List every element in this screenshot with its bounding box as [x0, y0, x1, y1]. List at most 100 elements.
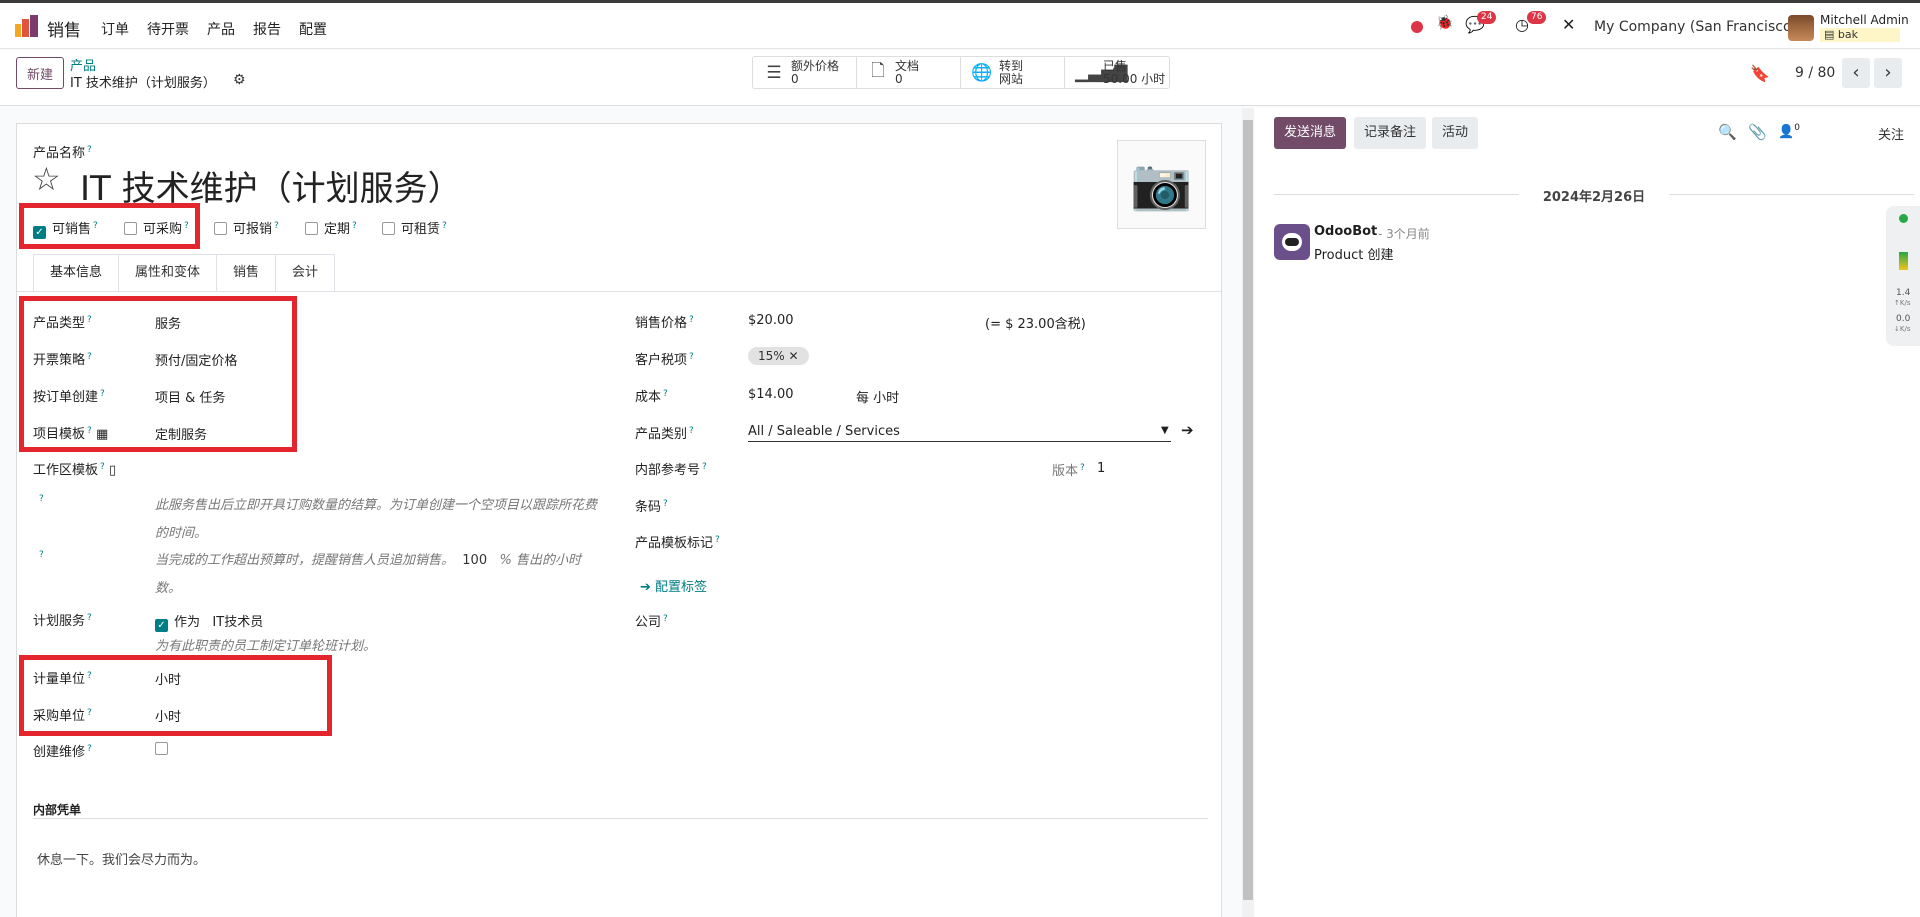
product-name-label: 产品名称? — [33, 144, 92, 161]
internal-notes-label: 内部凭单 — [33, 803, 82, 817]
pager-value[interactable]: 9 / 80 — [1795, 65, 1835, 81]
record-dot-icon[interactable] — [1411, 15, 1423, 33]
camera-plus-icon: 📷 — [1130, 155, 1193, 213]
internal-notes-editor[interactable]: 休息一下。我们会尽力而为。 — [37, 849, 206, 868]
tab-sales[interactable]: 销售 — [216, 254, 277, 292]
tools-icon[interactable]: ✕ — [1562, 15, 1575, 34]
new-button[interactable]: 新建 — [16, 57, 64, 89]
user-menu[interactable]: Mitchell Admin ▤ bak — [1820, 13, 1909, 42]
odoobot-avatar[interactable] — [1274, 224, 1310, 260]
stat-value: 0 — [895, 71, 903, 86]
activity-button[interactable]: 活动 — [1432, 117, 1479, 149]
stat-label: 文档 — [895, 58, 920, 73]
menu-to-invoice[interactable]: 待开票 — [147, 19, 189, 39]
company-switcher[interactable]: My Company (San Francisco) — [1594, 19, 1797, 35]
activity-count-badge: 76 — [1527, 11, 1547, 24]
checkbox-create-repair[interactable] — [155, 742, 168, 755]
dropdown-caret-icon[interactable]: ▼ — [1161, 425, 1169, 436]
help-question-icon: ? — [39, 494, 44, 504]
message-time: - 3个月前 — [1378, 227, 1430, 241]
chat-icon[interactable]: 💬 24 — [1465, 11, 1497, 34]
upsell-percent-input[interactable]: 100 — [462, 553, 487, 568]
bookmark-icon[interactable]: 🔖 — [1750, 64, 1770, 83]
invoice-policy-help: 此服务售出后立即开具订购数量的结算。为订单创建一个空项目以跟踪所花费的时间。 — [155, 498, 598, 541]
template-tag-label: 产品模板标记? — [635, 534, 720, 551]
help-question-icon: ? — [39, 550, 44, 560]
category-field[interactable]: All / Saleable / Services — [748, 424, 900, 439]
tab-divider — [16, 291, 1222, 292]
checkbox-expensed[interactable] — [214, 222, 227, 235]
configure-tags-link[interactable]: ➔ 配置标签 — [640, 576, 707, 595]
stat-value: 50.00 小时 — [1103, 71, 1166, 86]
cost-field[interactable]: $14.00 — [748, 387, 794, 402]
menu-orders[interactable]: 订单 — [101, 19, 129, 39]
search-icon[interactable]: 🔍 — [1718, 123, 1737, 141]
highlight-sale-purchase — [19, 203, 200, 249]
clock-icon[interactable]: ◷ 76 — [1515, 11, 1547, 34]
form-scrollbar[interactable] — [1242, 108, 1254, 917]
main-menu: 订单 待开票 产品 报告 配置 — [101, 19, 345, 39]
plan-service-field[interactable]: ✓ 作为 IT技术员 — [155, 611, 263, 632]
user-avatar[interactable] — [1788, 15, 1814, 41]
message-body: Product 创建 — [1314, 248, 1394, 263]
menu-products[interactable]: 产品 — [207, 19, 235, 39]
notes-divider — [33, 818, 1208, 819]
date-separator: 2024年2月26日 — [1274, 186, 1914, 205]
user-icon: 👤 — [1778, 124, 1795, 140]
stat-sold[interactable]: ▁▃▅▇ 已售 50.00 小时 — [1065, 57, 1169, 88]
signal-bar-icon — [1899, 252, 1908, 270]
version-field[interactable]: 1 — [1097, 461, 1105, 476]
network-speed-widget[interactable]: 1.4 ↑K/s 0.0 ↓K/s — [1886, 206, 1920, 346]
tab-accounting[interactable]: 会计 — [275, 254, 336, 292]
tablet-icon[interactable]: ▯ — [109, 463, 116, 478]
product-image[interactable]: 📷 — [1117, 140, 1206, 229]
menu-configuration[interactable]: 配置 — [299, 19, 327, 39]
follow-button[interactable]: 关注 — [1878, 124, 1904, 143]
chat-count-badge: 24 — [1477, 11, 1497, 24]
flag-can-be-expensed[interactable]: 可报销? — [214, 218, 279, 237]
followers-button[interactable]: 👤0 — [1778, 123, 1800, 139]
version-label: 版本? — [1052, 462, 1085, 479]
category-underline — [748, 441, 1171, 442]
pager-previous-button[interactable]: ‹ — [1842, 58, 1870, 88]
customer-tax-tag[interactable]: 15% ✕ — [748, 347, 809, 365]
checkbox-plan-service[interactable]: ✓ — [155, 619, 168, 632]
bug-icon[interactable]: 🐞 — [1436, 15, 1453, 31]
category-label: 产品类别? — [635, 425, 694, 442]
log-note-button[interactable]: 记录备注 — [1354, 117, 1427, 149]
message-author[interactable]: OdooBot — [1314, 224, 1377, 239]
cost-label: 成本? — [635, 388, 668, 405]
internal-link-arrow-icon[interactable]: ➔ — [1181, 421, 1194, 439]
sale-price-field[interactable]: $20.00 — [748, 313, 794, 328]
pager-next-button[interactable]: › — [1874, 58, 1902, 88]
checkbox-rented[interactable] — [382, 222, 395, 235]
globe-icon: 🌐 — [971, 62, 993, 83]
flag-recurring[interactable]: 定期? — [305, 218, 357, 237]
user-name: Mitchell Admin — [1820, 13, 1909, 27]
star-icon[interactable]: ☆ — [32, 160, 61, 198]
file-icon: 🗋 — [871, 61, 885, 81]
list-icon: ☰ — [766, 62, 782, 83]
download-speed: 0.0 — [1896, 314, 1911, 324]
stat-go-to-website[interactable]: 🌐 转到 网站 — [961, 57, 1065, 88]
stat-documents[interactable]: 🗋 文档 0 — [857, 57, 961, 88]
arrow-right-icon: ➔ — [640, 580, 656, 595]
send-message-button[interactable]: 发送消息 — [1274, 117, 1347, 149]
flag-can-be-rented[interactable]: 可租赁? — [382, 218, 447, 237]
workspace-template-label: 工作区模板? ▯ — [33, 461, 117, 478]
app-logo-icon[interactable] — [14, 14, 40, 38]
paperclip-icon[interactable]: 📎 — [1748, 123, 1767, 141]
gear-icon[interactable]: ⚙ — [233, 72, 246, 88]
tab-general-info[interactable]: 基本信息 — [33, 254, 120, 292]
checkbox-recurring[interactable] — [305, 222, 318, 235]
tab-attributes-variants[interactable]: 属性和变体 — [118, 254, 218, 292]
stat-extra-price[interactable]: ☰ 额外价格 0 — [753, 57, 857, 88]
plan-role-field[interactable]: IT技术员 — [212, 615, 263, 630]
follower-count: 0 — [1794, 123, 1800, 133]
form-tabs: 基本信息 属性和变体 销售 会计 — [33, 254, 336, 292]
app-name[interactable]: 销售 — [47, 16, 81, 41]
chatter-panel: 发送消息 记录备注 活动 🔍 📎 👤0 关注 2024年2月26日 OdooBo… — [1254, 108, 1920, 917]
scrollbar-thumb[interactable] — [1243, 120, 1253, 900]
remove-tag-icon[interactable]: ✕ — [789, 349, 799, 363]
menu-reporting[interactable]: 报告 — [253, 19, 281, 39]
